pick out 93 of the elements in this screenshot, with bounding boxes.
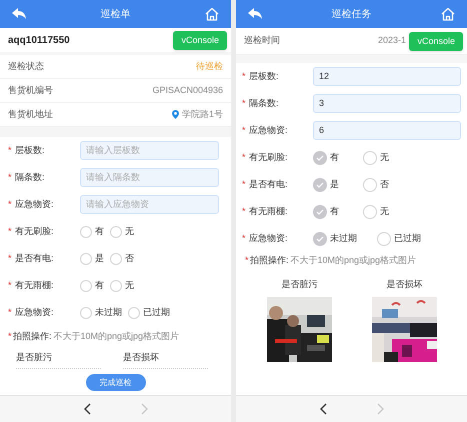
photo-label: 是否脏污 [16, 351, 52, 364]
radio-label[interactable]: 已过期 [143, 306, 170, 320]
radio-button[interactable] [313, 150, 327, 164]
required-mark: * [8, 198, 13, 211]
input-field[interactable]: 3 [313, 94, 461, 113]
radio-button[interactable] [80, 280, 92, 292]
required-mark: * [242, 124, 247, 137]
radio-button[interactable] [110, 280, 122, 292]
info-label: 巡检状态 [8, 60, 44, 73]
field-label: 层板数: [15, 144, 46, 157]
radio-label[interactable]: 已过期 [394, 232, 421, 246]
required-mark: * [242, 70, 247, 83]
field-label: 有无刷脸: [15, 224, 55, 238]
photo-label: 是否损坏 [386, 278, 422, 291]
info-value: 2023-1 [378, 34, 406, 48]
required-mark: * [242, 96, 247, 110]
radio-label[interactable]: 无 [125, 224, 134, 238]
required-mark: * [242, 178, 247, 191]
radio-button[interactable] [80, 306, 92, 318]
field-label: 应急物资: [15, 198, 55, 211]
radio-label[interactable]: 有 [330, 150, 339, 164]
info-label: 巡检时间 [244, 34, 280, 48]
radio-button[interactable] [363, 178, 377, 192]
radio-label[interactable]: 无 [380, 150, 389, 164]
info-label: 售货机编号 [8, 84, 53, 97]
radio-label[interactable]: 是 [95, 252, 104, 266]
radio-label[interactable]: 有 [95, 278, 104, 292]
back-icon[interactable] [12, 8, 26, 20]
radio-button[interactable] [128, 306, 140, 318]
required-mark: * [8, 278, 13, 292]
info-value: 待巡检 [196, 60, 223, 73]
field-label: 拍照操作: [13, 330, 52, 344]
radio-label[interactable]: 有 [330, 204, 339, 218]
radio-button[interactable] [80, 252, 92, 264]
page-title: 巡检任务 [332, 8, 372, 22]
field-label: 应急物资: [249, 232, 289, 245]
photo-hint: 不大于10M的png或jpg格式图片 [54, 330, 180, 344]
field-label: 应急物资: [15, 306, 55, 319]
radio-label[interactable]: 未过期 [95, 306, 122, 320]
required-mark: * [8, 224, 13, 238]
required-mark: * [8, 252, 13, 265]
radio-label[interactable]: 无 [125, 278, 134, 292]
field-label: 隔条数: [249, 96, 280, 110]
field-label: 有无刷脸: [249, 150, 289, 164]
field-label: 有无雨棚: [249, 204, 289, 218]
home-icon[interactable] [205, 7, 219, 21]
required-mark: * [8, 330, 13, 344]
info-value: 学院路1号 [182, 108, 223, 121]
radio-label[interactable]: 有 [95, 224, 104, 238]
required-mark: * [245, 254, 250, 268]
check-icon [316, 236, 324, 242]
order-number: aqq10117550 [8, 34, 70, 48]
radio-label[interactable]: 否 [125, 252, 134, 266]
location-pin-icon [172, 110, 179, 119]
radio-button[interactable] [313, 232, 327, 246]
required-mark: * [8, 170, 13, 184]
photo-hint: 不大于10M的png或jpg格式图片 [290, 254, 416, 268]
required-mark: * [242, 232, 247, 245]
photo-label: 是否损坏 [123, 351, 159, 364]
required-mark: * [242, 150, 247, 164]
back-icon[interactable] [248, 8, 262, 20]
field-label: 有无雨棚: [15, 278, 55, 292]
radio-button[interactable] [110, 252, 122, 264]
input-field[interactable]: 12 [313, 67, 461, 86]
radio-label[interactable]: 否 [380, 178, 389, 192]
info-label: 售货机地址 [8, 108, 53, 121]
required-mark: * [8, 306, 13, 319]
radio-button[interactable] [80, 226, 92, 238]
radio-button[interactable] [363, 150, 377, 164]
field-label: 拍照操作: [250, 254, 289, 268]
field-label: 层板数: [249, 70, 280, 83]
check-icon [316, 182, 324, 188]
page-title: 巡检单 [100, 8, 130, 22]
radio-button[interactable] [313, 178, 327, 192]
radio-button[interactable] [363, 204, 377, 218]
check-icon [316, 208, 324, 214]
required-mark: * [8, 144, 13, 157]
home-icon[interactable] [441, 7, 455, 21]
field-label: 是否有电: [15, 252, 55, 265]
radio-label[interactable]: 无 [380, 204, 389, 218]
radio-label[interactable]: 未过期 [330, 232, 357, 246]
field-label: 隔条数: [15, 170, 46, 184]
radio-label[interactable]: 是 [330, 178, 339, 192]
field-label: 是否有电: [249, 178, 289, 191]
radio-button[interactable] [313, 204, 327, 218]
photo-label: 是否脏污 [282, 278, 318, 291]
required-mark: * [242, 204, 247, 218]
info-value: GPISACN004936 [152, 84, 223, 97]
field-label: 应急物资: [249, 124, 289, 137]
radio-button[interactable] [110, 226, 122, 238]
check-icon [316, 154, 324, 160]
input-field[interactable]: 6 [313, 121, 461, 140]
radio-button[interactable] [377, 232, 391, 246]
